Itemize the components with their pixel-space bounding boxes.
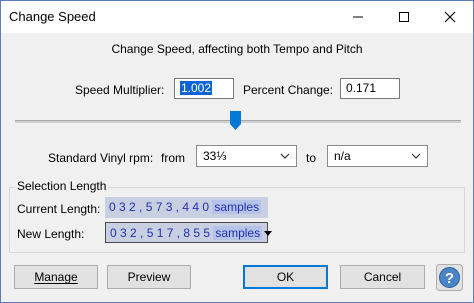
selection-length-title: Selection Length bbox=[15, 179, 109, 193]
maximize-icon bbox=[399, 12, 409, 22]
svg-text:?: ? bbox=[445, 270, 454, 287]
close-icon bbox=[444, 11, 456, 23]
help-icon: ? bbox=[436, 264, 463, 291]
new-length-control[interactable]: 0 3 2 , 5 1 7 , 8 5 5 samples bbox=[105, 222, 273, 243]
percent-change-input[interactable]: 0.171 bbox=[340, 78, 400, 99]
preview-button-label: Preview bbox=[127, 270, 171, 284]
current-length-control[interactable]: 0 3 2 , 5 7 3 , 4 4 0 samples bbox=[105, 197, 268, 218]
speed-slider-thumb[interactable] bbox=[230, 111, 241, 130]
ok-button[interactable]: OK bbox=[243, 265, 328, 289]
vinyl-rpm-label: Standard Vinyl rpm: bbox=[48, 151, 154, 165]
manage-button[interactable]: Manage bbox=[14, 265, 98, 289]
current-length-label: Current Length: bbox=[17, 202, 101, 216]
cancel-button-label: Cancel bbox=[363, 270, 402, 284]
window-title: Change Speed bbox=[9, 9, 96, 24]
dialog-heading: Change Speed, affecting both Tempo and P… bbox=[111, 42, 363, 56]
change-speed-dialog: Change Speed Change Speed, affecting bot… bbox=[0, 0, 474, 303]
percent-change-label: Percent Change: bbox=[243, 83, 334, 97]
minimize-icon bbox=[353, 16, 363, 18]
minimize-button[interactable] bbox=[335, 1, 381, 33]
vinyl-to-label: to bbox=[306, 151, 317, 165]
percent-change-value: 0.171 bbox=[346, 81, 377, 95]
vinyl-from-label: from bbox=[161, 151, 185, 165]
manage-button-label: Manage bbox=[34, 270, 78, 284]
new-length-units: samples bbox=[213, 226, 263, 240]
format-menu-arrow-icon[interactable] bbox=[264, 231, 273, 237]
chevron-down-icon bbox=[280, 153, 290, 159]
maximize-button[interactable] bbox=[381, 1, 427, 33]
chevron-down-icon bbox=[411, 153, 421, 159]
new-length-label: New Length: bbox=[17, 227, 85, 241]
vinyl-to-value: n/a bbox=[334, 149, 351, 163]
preview-button[interactable]: Preview bbox=[107, 265, 191, 289]
current-length-units: samples bbox=[212, 200, 262, 214]
vinyl-to-select[interactable]: n/a bbox=[327, 145, 428, 167]
vinyl-from-value: 33⅓ bbox=[203, 149, 227, 163]
close-button[interactable] bbox=[427, 1, 473, 33]
speed-multiplier-label: Speed Multiplier: bbox=[75, 83, 165, 97]
current-length-digits: 0 3 2 , 5 7 3 , 4 4 0 bbox=[109, 200, 210, 214]
help-button[interactable]: ? bbox=[436, 264, 463, 291]
ok-button-label: OK bbox=[276, 270, 295, 284]
cancel-button[interactable]: Cancel bbox=[340, 265, 425, 289]
new-length-digits: 0 3 2 , 5 1 7 , 8 5 5 bbox=[110, 226, 211, 240]
speed-multiplier-input[interactable]: 1.002 bbox=[174, 78, 234, 99]
speed-multiplier-value: 1.002 bbox=[180, 81, 213, 95]
vinyl-from-select[interactable]: 33⅓ bbox=[196, 145, 297, 167]
title-bar: Change Speed bbox=[1, 1, 473, 33]
